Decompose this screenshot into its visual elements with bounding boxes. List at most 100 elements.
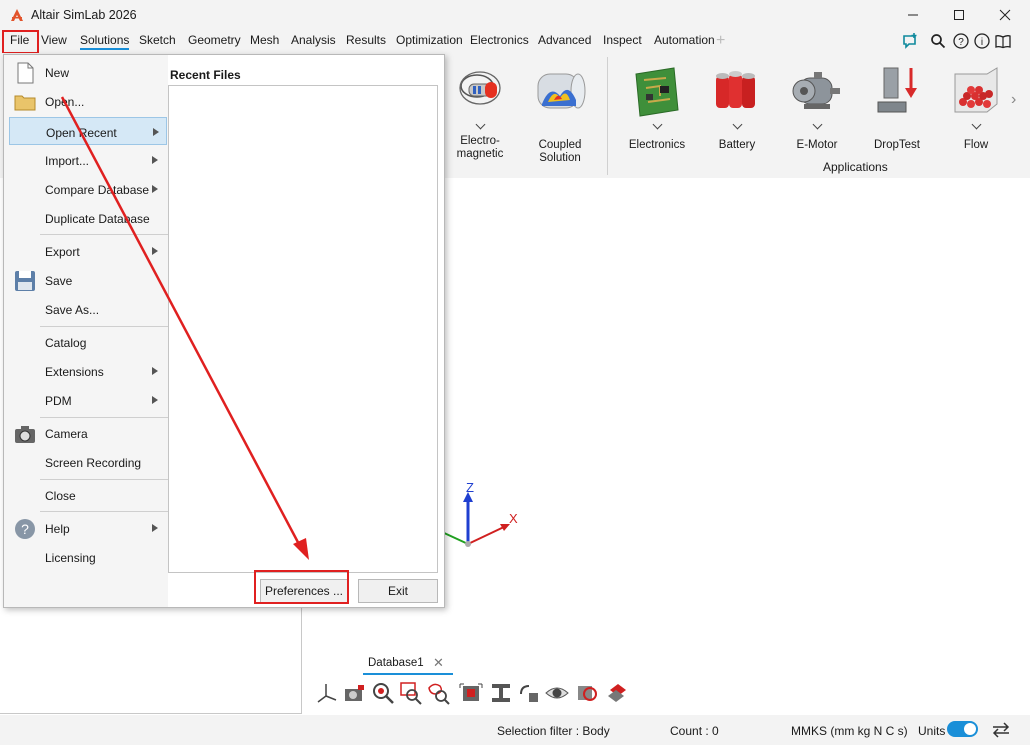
zoom-window-icon[interactable]	[398, 680, 424, 706]
coupled-solution-tool[interactable]: Coupled Solution	[517, 66, 603, 165]
file-menu-open-recent[interactable]: Open Recent	[9, 117, 167, 145]
folder-icon	[14, 95, 36, 111]
close-icon	[999, 9, 1011, 21]
feedback-icon[interactable]	[901, 32, 919, 50]
file-menu-open-recent-label: Open Recent	[46, 126, 117, 140]
unit-system-status[interactable]: MMKS (mm kg N C s)	[791, 724, 908, 738]
menu-solutions[interactable]: Solutions	[80, 33, 130, 50]
file-menu-extensions[interactable]: Extensions	[4, 357, 168, 385]
menu-advanced[interactable]: Advanced	[538, 33, 591, 47]
file-menu-screen-recording[interactable]: Screen Recording	[4, 448, 168, 476]
file-menu-close[interactable]: Close	[4, 481, 168, 509]
chevron-down-icon	[652, 119, 663, 130]
zoom-lasso-icon[interactable]	[426, 680, 452, 706]
file-menu-new[interactable]: New	[4, 58, 168, 86]
coupled-solution-label: Coupled Solution	[538, 139, 582, 164]
close-tab-icon[interactable]: ✕	[433, 655, 444, 671]
ribbon-separator	[607, 57, 608, 175]
book-icon[interactable]	[994, 32, 1012, 50]
minimize-icon	[908, 14, 918, 16]
menu-automation[interactable]: Automation	[654, 33, 715, 47]
swap-arrows-icon[interactable]	[991, 722, 1011, 738]
rotate-part-icon[interactable]	[516, 680, 542, 706]
menu-divider	[40, 479, 168, 480]
chevron-down-icon	[475, 119, 486, 130]
maximize-icon	[954, 10, 964, 20]
emotor-app-tool[interactable]: E-Motor	[788, 66, 846, 152]
electromagnetic-icon	[459, 71, 501, 105]
section-view-icon[interactable]	[488, 680, 514, 706]
file-menu-save-as[interactable]: Save As...	[4, 295, 168, 323]
show-hide-icon[interactable]	[574, 680, 600, 706]
coupled-solution-icon	[537, 73, 586, 109]
battery-app-label: Battery	[718, 139, 756, 151]
file-menu-duplicate-database[interactable]: Duplicate Database	[4, 204, 168, 232]
visibility-eye-icon[interactable]	[544, 680, 570, 706]
close-window-button[interactable]	[982, 0, 1028, 30]
axis-view-icon[interactable]	[314, 680, 340, 706]
recent-files-list[interactable]	[168, 85, 438, 573]
file-menu-save-as-label: Save As...	[45, 303, 100, 317]
menu-sketch[interactable]: Sketch	[139, 33, 176, 47]
info-icon[interactable]: i	[973, 32, 991, 50]
units-label: Units	[918, 724, 946, 738]
droptest-icon	[877, 67, 917, 113]
file-menu-dropdown: New Open... Open Recent Import... Compar…	[3, 54, 445, 608]
file-menu-licensing-label: Licensing	[45, 551, 96, 565]
menu-analysis[interactable]: Analysis	[291, 33, 336, 47]
battery-app-tool[interactable]: Battery	[708, 66, 766, 152]
menu-view[interactable]: View	[41, 33, 67, 47]
help-icon: ?	[15, 519, 35, 539]
menu-electronics[interactable]: Electronics	[470, 33, 529, 47]
search-icon[interactable]	[929, 32, 947, 50]
chevron-down-icon	[732, 119, 743, 130]
exit-button[interactable]: Exit	[358, 579, 438, 603]
altair-logo-icon	[11, 9, 23, 21]
flow-app-tool[interactable]: Flow	[947, 66, 1005, 152]
ribbon-scroll-right-icon[interactable]: ›	[1011, 91, 1016, 109]
file-menu-catalog[interactable]: Catalog	[4, 328, 168, 356]
file-menu-save-label: Save	[45, 274, 73, 288]
electromagnetic-label: Electro- magnetic	[456, 135, 504, 160]
file-menu-open[interactable]: Open...	[4, 87, 168, 115]
minimize-button[interactable]	[890, 0, 936, 30]
file-menu-new-label: New	[45, 66, 70, 80]
units-toggle[interactable]	[947, 721, 978, 737]
floppy-disk-icon	[15, 271, 35, 291]
submenu-arrow-icon	[152, 396, 158, 404]
camera-view-icon[interactable]	[342, 680, 368, 706]
chevron-down-icon	[971, 119, 982, 130]
maximize-button[interactable]	[936, 0, 982, 30]
file-menu-save[interactable]: Save	[4, 266, 168, 294]
file-menu-camera[interactable]: Camera	[4, 419, 168, 447]
file-menu-pdm[interactable]: PDM	[4, 386, 168, 414]
file-menu-import-label: Import...	[45, 154, 90, 168]
chevron-down-icon	[812, 119, 823, 130]
view-cube-icon[interactable]	[458, 680, 484, 706]
battery-icon	[716, 71, 755, 108]
help-icon[interactable]: ?	[952, 32, 970, 50]
file-menu-compare-database[interactable]: Compare Database	[4, 175, 168, 203]
database-tab[interactable]: Database1 ✕	[363, 653, 453, 675]
menu-mesh[interactable]: Mesh	[250, 33, 279, 47]
file-menu-help[interactable]: ? Help	[4, 514, 168, 542]
file-menu-extensions-label: Extensions	[45, 365, 104, 379]
file-menu-import[interactable]: Import...	[4, 146, 168, 174]
svg-text:i: i	[981, 37, 983, 48]
menu-inspect[interactable]: Inspect	[603, 33, 642, 47]
menu-optimization[interactable]: Optimization	[396, 33, 463, 47]
file-menu-screen-recording-label: Screen Recording	[45, 456, 142, 470]
menu-divider	[40, 417, 168, 418]
selection-filter-status[interactable]: Selection filter : Body	[497, 724, 610, 738]
file-menu-export-label: Export	[45, 245, 80, 259]
file-menu-licensing[interactable]: Licensing	[4, 543, 168, 571]
menu-geometry[interactable]: Geometry	[188, 33, 241, 47]
file-menu-export[interactable]: Export	[4, 237, 168, 265]
electronics-app-tool[interactable]: Electronics	[628, 66, 686, 152]
add-tab-plus-icon[interactable]: +	[716, 32, 725, 50]
electromagnetic-tool[interactable]: Electro- magnetic	[452, 66, 508, 161]
display-mode-icon[interactable]	[604, 680, 630, 706]
droptest-app-tool[interactable]: DropTest	[868, 66, 926, 152]
menu-results[interactable]: Results	[346, 33, 386, 47]
zoom-fit-icon[interactable]	[370, 680, 396, 706]
